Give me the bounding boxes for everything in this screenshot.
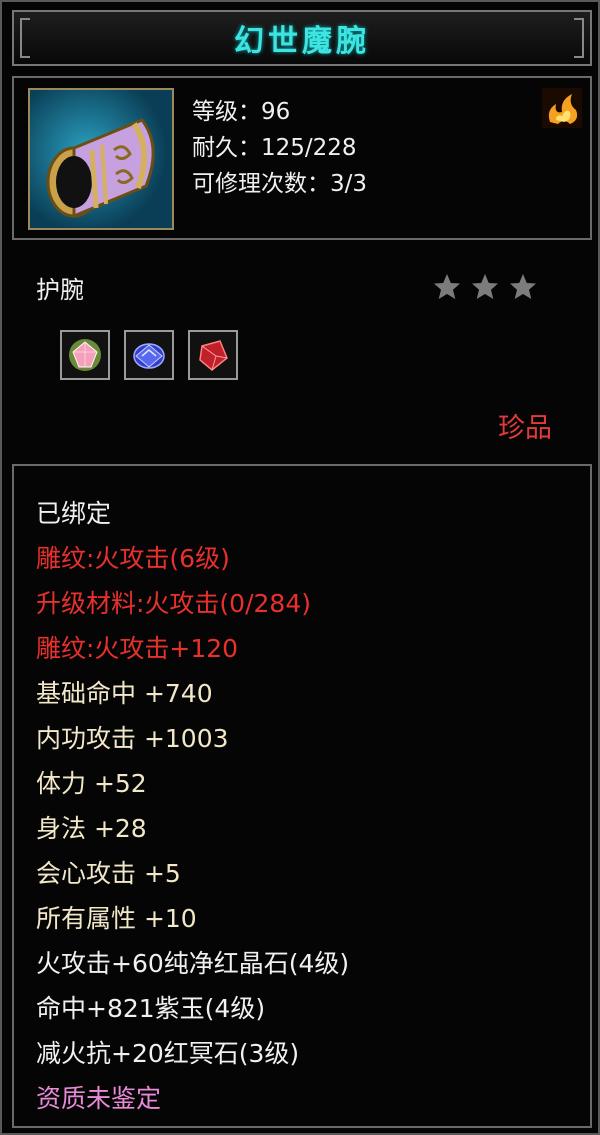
attr-line: 升级材料:火攻击(0/284)	[36, 589, 311, 618]
repair-count-label: 可修理次数：3/3	[192, 171, 368, 197]
title-bar: 幻世魔腕	[12, 10, 592, 66]
attr-line: 雕纹:火攻击+120	[36, 634, 239, 663]
attr-line: 雕纹:火攻击(6级)	[36, 544, 230, 573]
rarity-label: 珍品	[498, 413, 552, 444]
blue-gem-icon[interactable]	[124, 330, 174, 380]
attr-line: 会心攻击 +5	[36, 859, 181, 888]
attr-line: 已绑定	[36, 499, 112, 528]
attr-line: 资质未鉴定	[36, 1084, 162, 1113]
item-title: 幻世魔腕	[234, 24, 370, 59]
attr-line: 减火抗+20红冥石(3级)	[36, 1039, 300, 1068]
red-gem-icon[interactable]	[188, 330, 238, 380]
attr-line: 所有属性 +10	[36, 904, 197, 933]
attr-line: 身法 +28	[36, 814, 147, 843]
item-header: 等级：96 耐久：125/228 可修理次数：3/3	[12, 76, 592, 240]
pink-gem-icon[interactable]	[60, 330, 110, 380]
attr-line: 体力 +52	[36, 769, 147, 798]
star-icon	[434, 274, 460, 299]
attribute-list: 已绑定 雕纹:火攻击(6级) 升级材料:火攻击(0/284) 雕纹:火攻击+12…	[12, 464, 592, 1128]
star-icon	[472, 274, 498, 299]
fire-element-icon	[542, 88, 582, 128]
bracer-icon	[28, 88, 174, 230]
item-tooltip: 幻世魔腕 等级：96 耐久：125/228 可修理次数：3/3 护腕 珍品 已绑…	[0, 0, 600, 1135]
level-label: 等级：96	[192, 99, 291, 125]
attr-line: 火攻击+60纯净红晶石(4级)	[36, 949, 350, 978]
gem-slots	[60, 330, 238, 380]
attr-line: 命中+821紫玉(4级)	[36, 994, 266, 1023]
star-icon	[510, 274, 536, 299]
item-type-label: 护腕	[36, 276, 84, 304]
durability-label: 耐久：125/228	[192, 135, 357, 161]
title-decoration-left	[20, 18, 30, 58]
title-decoration-right	[574, 18, 584, 58]
star-rating	[432, 272, 538, 302]
attr-line: 基础命中 +740	[36, 679, 213, 708]
attr-line: 内功攻击 +1003	[36, 724, 229, 753]
